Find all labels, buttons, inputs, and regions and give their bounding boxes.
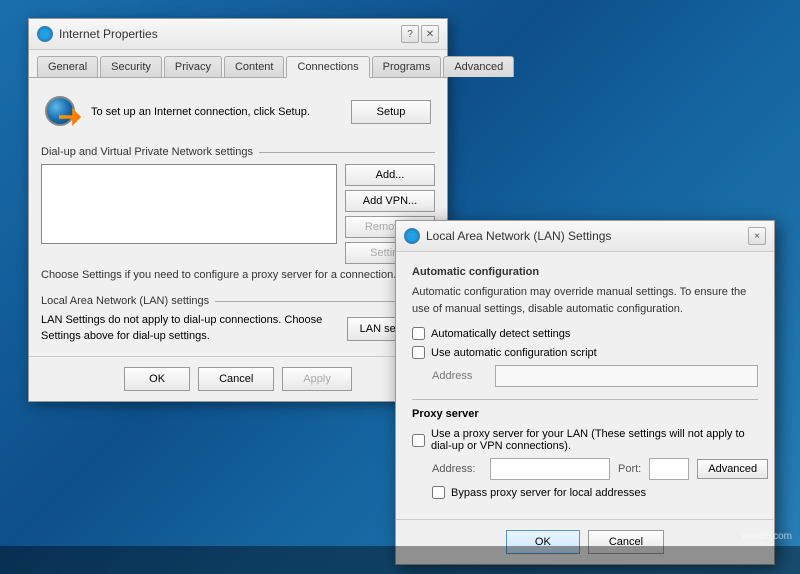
tab-general[interactable]: General [37, 56, 98, 77]
proxy-address-label: Address: [432, 463, 482, 475]
ip-ok-button[interactable]: OK [124, 367, 190, 391]
lan-icon: 🌐 [404, 228, 420, 244]
auto-detect-row: Automatically detect settings [412, 327, 758, 340]
tab-privacy[interactable]: Privacy [164, 56, 222, 77]
titlebar-left: 🌐 Internet Properties [37, 26, 158, 42]
auto-detect-checkbox[interactable] [412, 327, 425, 340]
lan-titlebar: 🌐 Local Area Network (LAN) Settings × [396, 221, 774, 252]
internet-properties-footer: OK Cancel Apply [29, 356, 447, 401]
lan-titlebar-left: 🌐 Local Area Network (LAN) Settings [404, 228, 611, 244]
proxy-checkbox-label: Use a proxy server for your LAN (These s… [431, 428, 758, 452]
help-button[interactable]: ? [401, 25, 419, 43]
lan-info-text: LAN Settings do not apply to dial-up con… [41, 313, 337, 344]
lan-close-button[interactable]: × [748, 227, 766, 245]
close-button[interactable]: ✕ [421, 25, 439, 43]
dialup-section-label: Dial-up and Virtual Private Network sett… [41, 146, 435, 158]
tab-connections[interactable]: Connections [286, 56, 369, 78]
ie-icon: 🌐 [37, 26, 53, 42]
globe-icon [45, 94, 81, 130]
proxy-server-title: Proxy server [412, 408, 758, 420]
divider [412, 399, 758, 400]
lan-section: Local Area Network (LAN) settings LAN Se… [41, 295, 435, 344]
dialup-area: Add... Add VPN... Remove... Settings [41, 164, 435, 264]
watermark: wsxdn.com [742, 531, 792, 542]
advanced-proxy-button[interactable]: Advanced [697, 459, 768, 479]
setup-button[interactable]: Setup [351, 100, 431, 124]
dialog-body: To set up an Internet connection, click … [29, 78, 447, 356]
proxy-enable-checkbox[interactable] [412, 434, 425, 447]
proxy-checkbox-row: Use a proxy server for your LAN (These s… [412, 428, 758, 452]
auto-detect-label: Automatically detect settings [431, 328, 570, 340]
add-button[interactable]: Add... [345, 164, 435, 186]
tab-content[interactable]: Content [224, 56, 285, 77]
dialup-listbox[interactable] [41, 164, 337, 244]
lan-dialog-title: Local Area Network (LAN) Settings [426, 229, 611, 243]
auto-config-desc: Automatic configuration may override man… [412, 284, 758, 317]
internet-properties-dialog: 🌐 Internet Properties ? ✕ General Securi… [28, 18, 448, 402]
taskbar [0, 546, 800, 574]
lan-dialog-body: Automatic configuration Automatic config… [396, 252, 774, 519]
lan-settings-dialog: 🌐 Local Area Network (LAN) Settings × Au… [395, 220, 775, 565]
script-address-row: Address [432, 365, 758, 387]
bypass-checkbox[interactable] [432, 486, 445, 499]
titlebar-controls: ? ✕ [401, 25, 439, 43]
tabs-bar: General Security Privacy Content Connect… [29, 50, 447, 78]
proxy-info-text: Choose Settings if you need to configure… [41, 268, 435, 283]
lan-row: LAN Settings do not apply to dial-up con… [41, 313, 435, 344]
ip-cancel-button[interactable]: Cancel [198, 367, 274, 391]
setup-text: To set up an Internet connection, click … [91, 104, 341, 121]
port-label-text: Port: [618, 463, 641, 475]
proxy-address-row: Address: Port: 80 Advanced [432, 458, 758, 480]
tab-security[interactable]: Security [100, 56, 162, 77]
port-input[interactable]: 80 [649, 458, 689, 480]
lan-titlebar-controls: × [748, 227, 766, 245]
add-vpn-button[interactable]: Add VPN... [345, 190, 435, 212]
tab-advanced[interactable]: Advanced [443, 56, 514, 77]
internet-properties-titlebar: 🌐 Internet Properties ? ✕ [29, 19, 447, 50]
internet-properties-title: Internet Properties [59, 27, 158, 41]
ip-apply-button[interactable]: Apply [282, 367, 352, 391]
auto-script-row: Use automatic configuration script [412, 346, 758, 359]
auto-script-checkbox[interactable] [412, 346, 425, 359]
auto-config-title: Automatic configuration [412, 266, 758, 278]
address-label-text: Address [432, 370, 487, 382]
auto-script-label: Use automatic configuration script [431, 347, 597, 359]
bypass-label: Bypass proxy server for local addresses [451, 487, 646, 499]
script-address-input[interactable] [495, 365, 758, 387]
bypass-row: Bypass proxy server for local addresses [432, 486, 758, 499]
tab-programs[interactable]: Programs [372, 56, 442, 77]
lan-section-label: Local Area Network (LAN) settings [41, 295, 435, 307]
setup-row: To set up an Internet connection, click … [41, 90, 435, 134]
proxy-address-input[interactable] [490, 458, 610, 480]
